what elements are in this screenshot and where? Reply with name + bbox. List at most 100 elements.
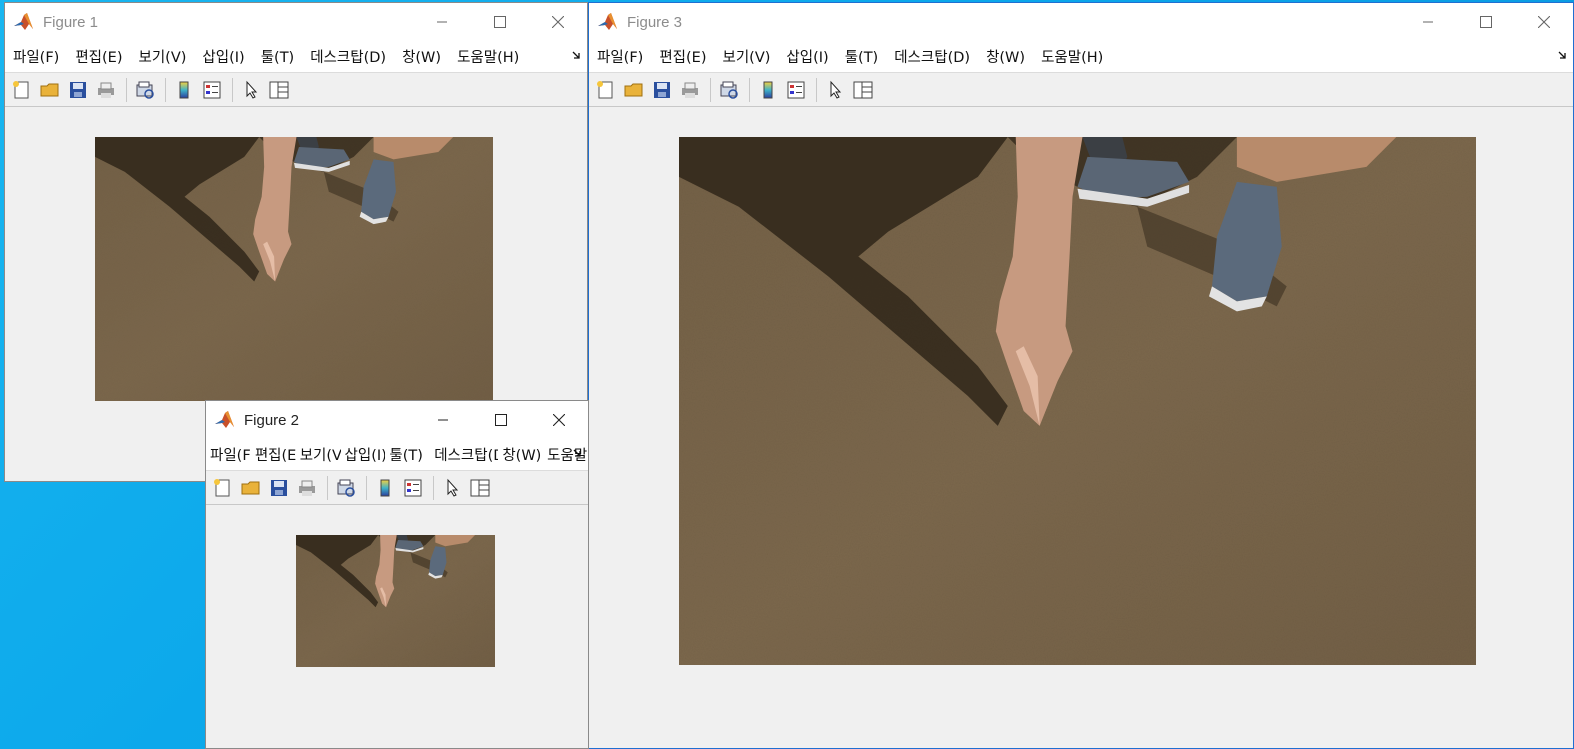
toolbar [589, 73, 1573, 107]
save-button[interactable] [266, 475, 292, 501]
menu-file[interactable]: 파일(F) [589, 46, 651, 67]
print-preview-button[interactable] [333, 475, 359, 501]
image-axes [296, 535, 495, 667]
pointer-icon [447, 478, 459, 497]
menu-edit[interactable]: 편집(E) [651, 46, 714, 67]
print-preview-icon [136, 81, 154, 99]
close-button[interactable] [530, 401, 588, 439]
property-editor-button[interactable] [467, 475, 493, 501]
menu-overflow-icon[interactable] [572, 447, 584, 459]
menu-window[interactable]: 창(W) [394, 46, 449, 67]
save-button[interactable] [649, 77, 675, 103]
menu-view[interactable]: 보기(V) [131, 46, 195, 67]
menu-tools[interactable]: 툴(T) [385, 444, 430, 465]
pointer-button[interactable] [822, 77, 848, 103]
menu-insert[interactable]: 삽입(I) [778, 46, 836, 67]
menu-edit[interactable]: 편집(E) [67, 46, 130, 67]
colorbar-button[interactable] [372, 475, 398, 501]
maximize-button[interactable] [1457, 3, 1515, 41]
minimize-button[interactable] [413, 3, 471, 41]
matlab-icon [598, 13, 617, 30]
close-button[interactable] [529, 3, 587, 41]
property-editor-button[interactable] [266, 77, 292, 103]
print-preview-button[interactable] [132, 77, 158, 103]
menu-tools[interactable]: 툴(T) [253, 46, 303, 67]
pointer-button[interactable] [439, 475, 465, 501]
print-button[interactable] [294, 475, 320, 501]
toolbar-separator [710, 77, 711, 102]
title-bar[interactable]: Figure 1 [5, 3, 587, 41]
menu-overflow-icon[interactable] [1557, 49, 1569, 61]
print-button[interactable] [677, 77, 703, 103]
menu-desktop[interactable]: 데스크탑(D) [430, 444, 498, 465]
toolbar-separator [165, 77, 166, 102]
maximize-button[interactable] [472, 401, 530, 439]
menu-file[interactable]: 파일(F) [5, 46, 67, 67]
pointer-icon [830, 80, 842, 99]
menu-tools[interactable]: 툴(T) [837, 46, 887, 67]
menu-desktop[interactable]: 데스크탑(D) [886, 46, 978, 67]
open-file-button[interactable] [238, 475, 264, 501]
print-button[interactable] [93, 77, 119, 103]
menu-insert[interactable]: 삽입(I) [194, 46, 252, 67]
menu-edit[interactable]: 편집(E) [251, 444, 296, 465]
menu-help[interactable]: 도움말(H) [1033, 46, 1111, 67]
minimize-button[interactable] [414, 401, 472, 439]
title-bar[interactable]: Figure 2 [206, 401, 588, 439]
menu-window[interactable]: 창(W) [978, 46, 1033, 67]
menu-desktop[interactable]: 데스크탑(D) [302, 46, 394, 67]
close-button[interactable] [1515, 3, 1573, 41]
save-icon [271, 479, 287, 496]
pointer-icon [246, 80, 258, 99]
print-preview-button[interactable] [716, 77, 742, 103]
minimize-icon [438, 419, 448, 421]
title-bar[interactable]: Figure 3 [589, 3, 1573, 41]
menu-insert[interactable]: 삽입(I) [341, 444, 386, 465]
menu-window[interactable]: 창(W) [498, 444, 543, 465]
maximize-icon [494, 16, 506, 28]
colorbar-button[interactable] [755, 77, 781, 103]
toolbar [5, 73, 587, 107]
menu-view[interactable]: 보기(V) [715, 46, 779, 67]
menu-bar: 파일(F) 편집(E) 보기(V) 삽입(I) 툴(T) 데스크탑(D) 창(W… [589, 41, 1573, 73]
pointer-button[interactable] [238, 77, 264, 103]
legend-button[interactable] [783, 77, 809, 103]
toolbar-separator [433, 475, 434, 500]
menu-file[interactable]: 파일(F) [206, 444, 251, 465]
maximize-button[interactable] [471, 3, 529, 41]
maximize-icon [495, 414, 507, 426]
property-editor-button[interactable] [850, 77, 876, 103]
toolbar-separator [126, 77, 127, 102]
figure3-window[interactable]: Figure 3 파일(F) 편집(E) 보기(V) 삽입(I) 툴(T) 데스… [588, 2, 1574, 749]
legend-button[interactable] [400, 475, 426, 501]
colorbar-icon [380, 479, 390, 496]
open-file-button[interactable] [621, 77, 647, 103]
new-figure-button[interactable] [593, 77, 619, 103]
open-file-button[interactable] [37, 77, 63, 103]
window-title: Figure 1 [43, 13, 99, 31]
new-figure-icon [13, 80, 29, 98]
open-file-icon [241, 481, 260, 494]
image-axes [95, 137, 493, 401]
property-editor-icon [853, 81, 873, 98]
toolbar-separator [816, 77, 817, 102]
toolbar-separator [327, 475, 328, 500]
window-title: Figure 2 [244, 411, 300, 429]
menu-view[interactable]: 보기(V) [296, 444, 341, 465]
colorbar-button[interactable] [171, 77, 197, 103]
open-file-icon [624, 83, 643, 96]
figure2-window[interactable]: Figure 2 파일(F) 편집(E) 보기(V) 삽입(I) 툴(T) 데스… [205, 400, 589, 749]
new-figure-icon [214, 478, 230, 496]
minimize-button[interactable] [1399, 3, 1457, 41]
legend-button[interactable] [199, 77, 225, 103]
print-icon [299, 480, 315, 496]
toolbar [206, 471, 588, 505]
print-icon [98, 82, 114, 98]
new-figure-button[interactable] [9, 77, 35, 103]
menu-help[interactable]: 도움말(H) [449, 46, 527, 67]
figure-canvas [206, 505, 588, 748]
legend-icon [203, 81, 221, 98]
menu-overflow-icon[interactable] [571, 49, 583, 61]
save-button[interactable] [65, 77, 91, 103]
new-figure-button[interactable] [210, 475, 236, 501]
